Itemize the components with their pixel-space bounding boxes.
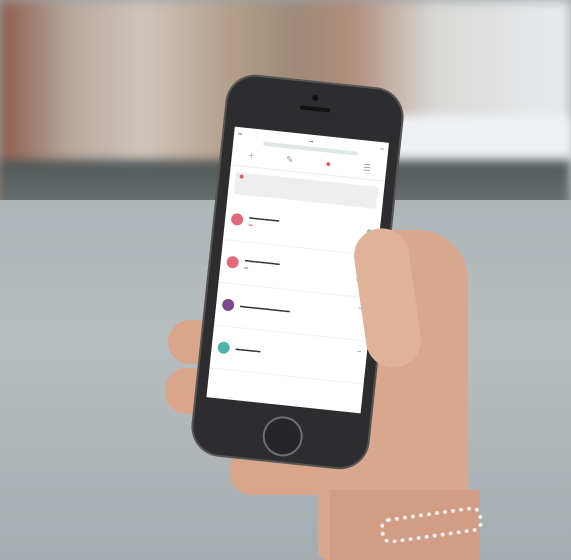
battery-icon: ▭ bbox=[380, 145, 385, 151]
folder-icon bbox=[221, 298, 235, 312]
add-icon[interactable]: + bbox=[245, 150, 258, 161]
edit-icon[interactable]: ✎ bbox=[283, 153, 296, 165]
item-meta-placeholder: ▬ bbox=[357, 348, 362, 354]
front-camera bbox=[311, 94, 319, 102]
home-button[interactable] bbox=[260, 414, 305, 459]
item-title-placeholder: ▬▬▬▬▬▬▬▬▬▬ bbox=[239, 303, 291, 315]
pin-icon bbox=[226, 255, 240, 269]
pin-icon bbox=[230, 212, 244, 226]
alert-icon[interactable]: ● bbox=[322, 158, 335, 169]
clock-icon: ▪▪ bbox=[309, 138, 314, 144]
signal-icon: ▪▪▪ bbox=[237, 130, 243, 136]
pin-icon bbox=[239, 174, 244, 179]
menu-icon[interactable]: ☰ bbox=[360, 162, 373, 174]
item-title-placeholder: ▬▬▬▬▬ bbox=[235, 345, 261, 355]
earpiece bbox=[300, 105, 331, 113]
photo-scene: ▪▪▪ ▪▪ ▭ + ✎ ● ☰ ▬▬▬▬▬▬ ▬ ▬▬▬▬▬▬▬ ▬ ▬▬▬▬… bbox=[0, 0, 571, 560]
check-icon bbox=[217, 341, 231, 355]
